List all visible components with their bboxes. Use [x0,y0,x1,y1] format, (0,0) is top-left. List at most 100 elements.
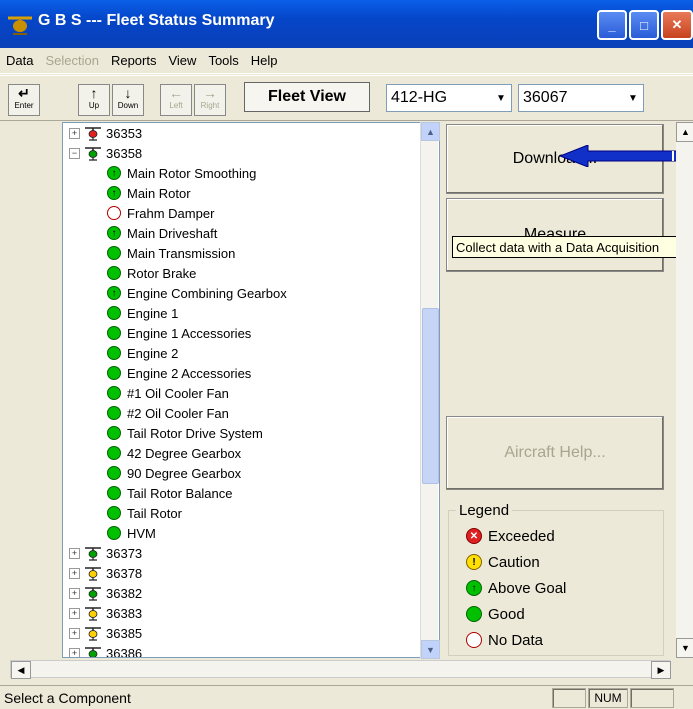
above-status-icon: ↑ [107,186,121,200]
tree-aircraft-item[interactable]: + 36353 [69,123,142,143]
tree-component-item[interactable]: ↑ Main Driveshaft [107,223,217,243]
legend-item-caution: ! Caution [466,550,540,574]
tree-component-item[interactable]: Rotor Brake [107,263,196,283]
expand-icon[interactable]: + [69,607,80,619]
component-name: Engine 1 Accessories [127,325,252,341]
legend-label: Good [488,605,525,623]
component-name: Tail Rotor Balance [127,485,233,501]
left-button[interactable]: ← Left [160,84,192,116]
measure-button[interactable]: Measure [446,198,664,272]
tree-component-item[interactable]: Engine 1 Accessories [107,323,251,343]
collapse-icon[interactable]: − [69,147,80,159]
maximize-button[interactable]: □ [629,10,659,40]
scroll-thumb[interactable] [422,308,439,484]
tree-component-item[interactable]: 90 Degree Gearbox [107,463,241,483]
legend-item-exceeded: ✕ Exceeded [466,524,555,548]
legend-label: Exceeded [488,527,555,545]
scroll-up-icon[interactable]: ▲ [421,122,440,141]
expand-icon[interactable]: + [69,567,80,579]
tree-component-item[interactable]: Tail Rotor Drive System [107,423,263,443]
above-status-icon: ↑ [107,226,121,240]
horizontal-scrollbar[interactable]: ◀ ▶ [10,660,671,679]
title-bar[interactable]: G B S --- Fleet Status Summary _ □ ✕ [0,0,693,48]
tree-aircraft-item[interactable]: + 36385 [69,623,142,643]
blue-pointer-arrow-icon [560,145,679,167]
tree-component-item[interactable]: Engine 2 Accessories [107,363,251,383]
tree-component-item[interactable]: Engine 1 [107,303,178,323]
tail-number-select[interactable]: 36067 ▼ [518,84,644,112]
scroll-left-icon[interactable]: ◀ [11,661,31,679]
expand-icon[interactable]: + [69,127,80,139]
expand-icon[interactable]: + [69,547,80,559]
component-name: 42 Degree Gearbox [127,445,242,461]
minimize-button[interactable]: _ [597,10,627,40]
tree-component-item[interactable]: ↑ Main Rotor [107,183,191,203]
tree-aircraft-item[interactable]: − 36358 [69,143,142,163]
up-button[interactable]: ↑ Up [78,84,110,116]
chevron-down-icon[interactable]: ▼ [623,85,643,111]
scroll-down-icon[interactable]: ▼ [676,638,693,658]
helicopter-status-icon [85,547,101,561]
component-name: Engine Combining Gearbox [127,285,287,301]
tree-component-item[interactable]: 42 Degree Gearbox [107,443,241,463]
above-status-icon: ↑ [107,166,121,180]
menu-data[interactable]: Data [6,53,33,68]
above-status-icon: ↑ [107,286,121,300]
tree-aircraft-item[interactable]: + 36373 [69,543,142,563]
tree-vertical-scrollbar[interactable]: ▲ ▼ [420,122,440,659]
helicopter-status-icon [85,607,101,621]
tree-component-item[interactable]: Main Transmission [107,243,235,263]
scroll-down-icon[interactable]: ▼ [421,640,440,659]
component-name: Tail Rotor [127,505,182,521]
status-bar: Select a Component NUM [0,685,693,709]
tree-component-item[interactable]: Frahm Damper [107,203,214,223]
good-status-icon [107,446,121,460]
fleet-view-button[interactable]: Fleet View [244,82,370,112]
num-lock-indicator: NUM [588,688,628,708]
expand-icon[interactable]: + [69,587,80,599]
tree-component-item[interactable]: ↑ Main Rotor Smoothing [107,163,256,183]
menu-help[interactable]: Help [251,53,278,68]
close-button[interactable]: ✕ [661,10,693,40]
tree-component-item[interactable]: Tail Rotor [107,503,182,523]
chevron-down-icon[interactable]: ▼ [491,85,511,111]
helicopter-status-icon [85,147,101,161]
scroll-right-icon[interactable]: ▶ [651,661,671,679]
aircraft-id: 36373 [106,545,143,561]
model-value: 412-HG [391,89,448,106]
tree-component-item[interactable]: Tail Rotor Balance [107,483,233,503]
enter-button[interactable]: ↵ Enter [8,84,40,116]
aircraft-id: 36383 [106,605,143,621]
right-label: Right [200,101,220,110]
tree-aircraft-item[interactable]: + 36378 [69,563,142,583]
expand-icon[interactable]: + [69,627,80,639]
close-icon: ✕ [671,17,683,32]
menu-tools[interactable]: Tools [208,53,238,68]
tree-aircraft-item[interactable]: + 36383 [69,603,142,623]
main-vertical-scrollbar[interactable]: ▲ ▼ [676,122,693,658]
menu-selection[interactable]: Selection [45,53,98,68]
aircraft-id: 36385 [106,625,143,641]
right-button[interactable]: → Right [194,84,226,116]
tree-component-item[interactable]: HVM [107,523,156,543]
tree-component-item[interactable]: #2 Oil Cooler Fan [107,403,229,423]
maximize-icon: □ [640,17,648,33]
tree-component-item[interactable]: #1 Oil Cooler Fan [107,383,229,403]
tree-component-item[interactable]: ↑ Engine Combining Gearbox [107,283,287,303]
scroll-up-icon[interactable]: ▲ [676,122,693,142]
enter-label: Enter [14,101,34,110]
good-status-icon [107,466,121,480]
helicopter-app-icon [8,16,32,35]
tree-component-item[interactable]: Engine 2 [107,343,178,363]
menu-reports[interactable]: Reports [111,53,157,68]
menu-view[interactable]: View [168,53,196,68]
model-select[interactable]: 412-HG ▼ [386,84,512,112]
tree-aircraft-item[interactable]: + 36382 [69,583,142,603]
tree-aircraft-item[interactable]: + 36386 [69,643,142,657]
tooltip: Collect data with a Data Acquisition [452,236,693,258]
down-button[interactable]: ↓ Down [112,84,144,116]
expand-icon[interactable]: + [69,647,80,657]
up-arrow-icon: ↑ [90,85,98,101]
aircraft-help-button[interactable]: Aircraft Help... [446,416,664,490]
fleet-tree-view[interactable]: + 36353− 36358 ↑ Main Rotor Smoothing ↑ Main… [62,122,440,658]
